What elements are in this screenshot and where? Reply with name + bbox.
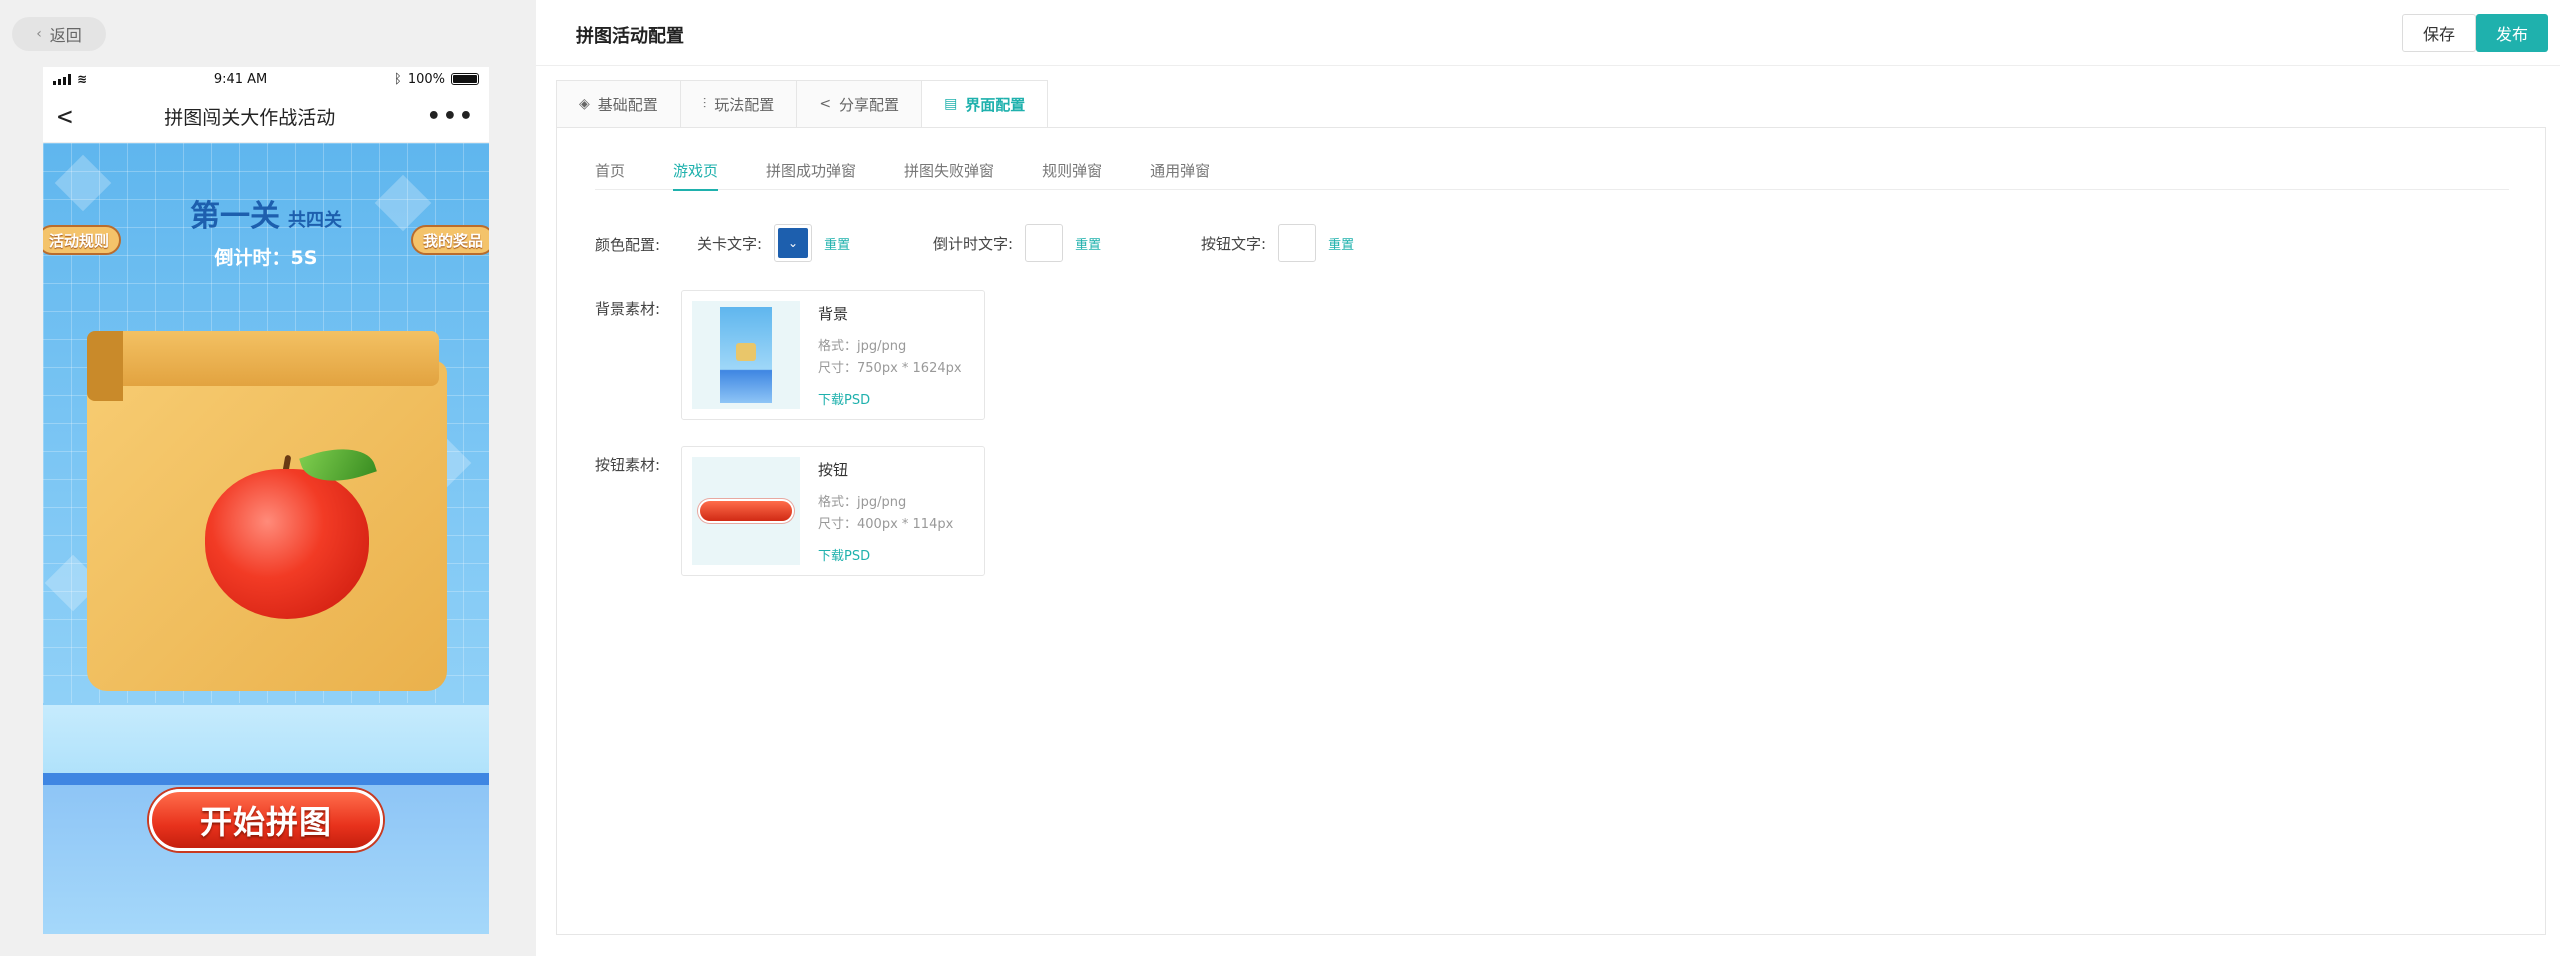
game-background: 第一关 共四关 倒计时：5S 活动规则 我的奖品 开始拼图	[43, 143, 489, 934]
tab-share-config[interactable]: < 分享配置	[796, 80, 922, 128]
reset-link[interactable]: 重置	[1328, 234, 1354, 253]
preview-panel: ‹ 返回 ≋ 9:41 AM ᛒ 100% < 拼图闯关大作战活动 ••• 第一…	[0, 0, 536, 956]
asset-name: 背景	[818, 305, 849, 323]
tab-label: 玩法配置	[714, 95, 775, 114]
top-bar: 拼图活动配置 保存 发布	[536, 0, 2560, 66]
subtab-success-popup[interactable]: 拼图成功弹窗	[766, 150, 856, 190]
status-time: 9:41 AM	[213, 71, 268, 87]
save-button[interactable]: 保存	[2402, 14, 2476, 52]
color-preview	[1029, 228, 1060, 258]
nav-title: 拼图闯关大作战活动	[164, 107, 336, 129]
tab-ui-config[interactable]: ▤ 界面配置	[921, 80, 1049, 128]
subtab-home[interactable]: 首页	[595, 150, 625, 190]
color-swatch[interactable]	[1278, 224, 1317, 262]
asset-size: 尺寸：750px * 1624px	[818, 361, 962, 376]
btn-asset-label: 按钮素材:	[595, 456, 661, 474]
level-total: 共四关	[288, 210, 342, 231]
subtab-general-popup[interactable]: 通用弹窗	[1150, 150, 1210, 190]
tab-label: 基础配置	[597, 95, 658, 114]
phone-preview: ≋ 9:41 AM ᛒ 100% < 拼图闯关大作战活动 ••• 第一关共四关	[43, 67, 489, 934]
asset-name: 按钮	[818, 461, 849, 479]
subtab-rules-popup[interactable]: 规则弹窗	[1042, 150, 1102, 190]
bg-asset-card: 背景 格式：jpg/png 尺寸：750px * 1624px 下载PSD	[681, 290, 985, 420]
asset-format: 格式：jpg/png	[818, 339, 907, 354]
start-puzzle-button[interactable]: 开始拼图	[149, 789, 383, 851]
color-label: 关卡文字:	[697, 234, 763, 253]
download-psd-link[interactable]: 下载PSD	[818, 389, 870, 408]
nav-back-icon[interactable]: <	[57, 102, 73, 132]
bg-asset-label: 背景素材:	[595, 300, 661, 318]
color-config-label: 颜色配置:	[595, 236, 661, 254]
phone-nav-bar: < 拼图闯关大作战活动 •••	[43, 91, 489, 143]
rules-button[interactable]: 活动规则	[43, 225, 122, 255]
level-name: 第一关	[190, 199, 280, 234]
chevron-down-icon: ⌄	[778, 228, 809, 258]
subtab-game-page[interactable]: 游戏页	[673, 150, 719, 191]
subtab-fail-popup[interactable]: 拼图失败弹窗	[904, 150, 994, 190]
page-title: 拼图活动配置	[576, 26, 684, 47]
main-tabs: ◈ 基础配置 ⫶ 玩法配置 < 分享配置 ▤ 界面配置	[556, 80, 1049, 128]
layout-icon: ▤	[944, 96, 958, 112]
wifi-icon: ≋	[77, 72, 88, 86]
color-swatch[interactable]	[1025, 224, 1064, 262]
btn-thumbnail	[692, 457, 800, 565]
btn-asset-card: 按钮 格式：jpg/png 尺寸：400px * 114px 下载PSD	[681, 446, 985, 576]
countdown-text-color: 倒计时文字: 重置	[933, 224, 1101, 262]
paper-bag-illustration	[87, 331, 447, 691]
signal-icon	[53, 73, 71, 85]
tab-label: 界面配置	[965, 95, 1026, 114]
back-label: 返回	[49, 26, 82, 45]
apple-icon	[205, 469, 369, 619]
layers-icon: ◈	[579, 96, 590, 112]
bluetooth-icon: ᛒ	[394, 71, 402, 87]
floor-surface	[43, 705, 489, 773]
config-content: 首页 游戏页 拼图成功弹窗 拼图失败弹窗 规则弹窗 通用弹窗 颜色配置: 关卡文…	[556, 127, 2546, 935]
tab-gameplay-config[interactable]: ⫶ 玩法配置	[679, 80, 797, 128]
color-label: 按钮文字:	[1201, 234, 1267, 253]
back-button[interactable]: ‹ 返回	[12, 17, 106, 51]
reset-link[interactable]: 重置	[1075, 234, 1101, 253]
chevron-left-icon: ‹	[36, 26, 42, 42]
level-text-color: 关卡文字: ⌄ 重置	[697, 224, 850, 262]
color-preview	[1282, 228, 1313, 258]
reset-link[interactable]: 重置	[824, 234, 850, 253]
battery-percent: 100%	[407, 71, 445, 87]
status-bar: ≋ 9:41 AM ᛒ 100%	[43, 67, 489, 91]
bg-thumbnail	[692, 301, 800, 409]
button-text-color: 按钮文字: 重置	[1201, 224, 1354, 262]
asset-size: 尺寸：400px * 114px	[818, 517, 954, 532]
asset-format: 格式：jpg/png	[818, 495, 907, 510]
config-panel: 拼图活动配置 保存 发布 ◈ 基础配置 ⫶ 玩法配置 < 分享配置 ▤ 界面配置…	[536, 0, 2560, 956]
tab-label: 分享配置	[839, 95, 900, 114]
color-swatch[interactable]: ⌄	[774, 224, 813, 262]
color-label: 倒计时文字:	[933, 234, 1014, 253]
more-icon[interactable]: •••	[427, 104, 475, 129]
battery-icon	[450, 73, 479, 85]
sub-tabs: 首页 游戏页 拼图成功弹窗 拼图失败弹窗 规则弹窗 通用弹窗	[595, 150, 2509, 191]
my-prizes-button[interactable]: 我的奖品	[410, 225, 489, 255]
download-psd-link[interactable]: 下载PSD	[818, 545, 870, 564]
floor-band	[43, 773, 489, 785]
publish-button[interactable]: 发布	[2476, 14, 2548, 52]
sliders-icon: ⫶	[702, 96, 707, 112]
tab-basic-config[interactable]: ◈ 基础配置	[556, 80, 680, 128]
share-icon: <	[819, 96, 832, 112]
